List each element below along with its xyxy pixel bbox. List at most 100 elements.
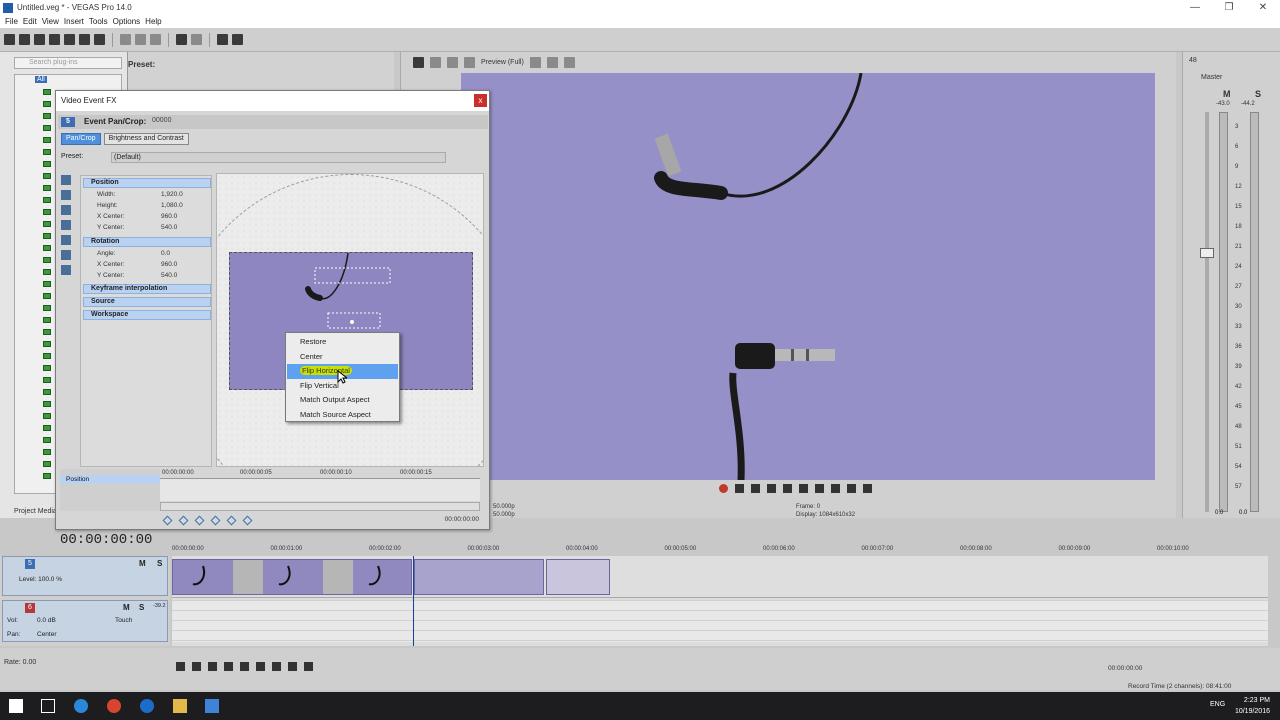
- file-explorer-icon[interactable]: [173, 699, 187, 713]
- close-window-button[interactable]: ✕: [1246, 0, 1280, 15]
- audio-mute-button[interactable]: M: [123, 603, 130, 612]
- prop-rot-y-center-value[interactable]: 540.0: [161, 272, 177, 279]
- prop-angle-value[interactable]: 0.0: [161, 250, 170, 257]
- save-icon[interactable]: [34, 34, 45, 45]
- record-icon[interactable]: [719, 484, 728, 493]
- menu-options[interactable]: Options: [113, 17, 141, 26]
- zoom-tool-icon[interactable]: [61, 205, 71, 215]
- fx-plugin-icon[interactable]: [43, 305, 51, 311]
- play-from-start-icon[interactable]: [192, 662, 201, 671]
- video-solo-button[interactable]: S: [157, 559, 162, 568]
- video-mute-button[interactable]: M: [139, 559, 146, 568]
- sync-cursor-icon[interactable]: [242, 515, 253, 526]
- timeline-cursor[interactable]: [413, 556, 414, 646]
- copy-snapshot-icon[interactable]: [546, 56, 558, 68]
- help-icon[interactable]: [232, 34, 243, 45]
- master-fader-handle[interactable]: [1200, 248, 1214, 258]
- tab-project-media[interactable]: Project Media: [0, 508, 57, 515]
- edge-browser-icon[interactable]: [74, 699, 88, 713]
- stop-icon[interactable]: [240, 662, 249, 671]
- fx-plugin-icon[interactable]: [43, 245, 51, 251]
- fx-plugin-icon[interactable]: [43, 233, 51, 239]
- undo-icon[interactable]: [176, 34, 187, 45]
- menu-view[interactable]: View: [42, 17, 59, 26]
- fx-plugin-icon[interactable]: [43, 425, 51, 431]
- audio-vol-value[interactable]: 0.0 dB: [37, 617, 56, 624]
- fx-plugin-icon[interactable]: [43, 317, 51, 323]
- menu-file[interactable]: File: [5, 17, 18, 26]
- fx-plugin-icon[interactable]: [43, 293, 51, 299]
- section-position[interactable]: Position: [83, 178, 211, 188]
- kf-track-area[interactable]: [160, 479, 480, 501]
- event-fx-icon[interactable]: [217, 34, 228, 45]
- fx-plugin-icon[interactable]: [43, 197, 51, 203]
- audio-solo-button[interactable]: S: [139, 603, 144, 612]
- menu-edit[interactable]: Edit: [23, 17, 37, 26]
- fx-plugin-icon[interactable]: [43, 341, 51, 347]
- paste-icon[interactable]: [150, 34, 161, 45]
- prop-width-value[interactable]: 1,920.0: [161, 191, 183, 198]
- play-icon[interactable]: [208, 662, 217, 671]
- pointer-tool-icon[interactable]: [61, 190, 71, 200]
- menu-tools[interactable]: Tools: [89, 17, 108, 26]
- language-indicator[interactable]: ENG: [1210, 701, 1225, 708]
- move-tool-icon[interactable]: [61, 220, 71, 230]
- fx-plugin-icon[interactable]: [43, 281, 51, 287]
- prev-keyframe-icon[interactable]: [178, 515, 189, 526]
- prop-rot-x-center-value[interactable]: 960.0: [161, 261, 177, 268]
- master-mute-button[interactable]: M: [1223, 89, 1231, 99]
- plugin-search-input[interactable]: Search plug-ins: [14, 57, 122, 69]
- vegas-taskbar-icon[interactable]: [205, 699, 219, 713]
- loop-icon[interactable]: [735, 484, 744, 493]
- properties-icon[interactable]: [79, 34, 90, 45]
- task-view-icon[interactable]: [41, 699, 55, 713]
- fx-plugin-icon[interactable]: [43, 185, 51, 191]
- audio-track-lane[interactable]: [172, 600, 1268, 642]
- automation-touch-label[interactable]: Touch: [115, 617, 132, 624]
- pan-crop-canvas[interactable]: [216, 173, 484, 467]
- timeline-tracks[interactable]: [172, 556, 1268, 646]
- maximize-button[interactable]: ❐: [1212, 0, 1246, 15]
- size-about-center-icon[interactable]: [61, 250, 71, 260]
- pause-icon[interactable]: [224, 662, 233, 671]
- preview-fx-icon[interactable]: [430, 56, 441, 68]
- fx-plugin-icon[interactable]: [43, 461, 51, 467]
- next-frame-icon[interactable]: [304, 662, 313, 671]
- gear-icon[interactable]: [61, 175, 71, 185]
- internet-explorer-icon[interactable]: [140, 699, 154, 713]
- cursor-time[interactable]: 00:00:00:00: [1108, 665, 1142, 672]
- go-to-end-icon[interactable]: [272, 662, 281, 671]
- prop-x-center-value[interactable]: 960.0: [161, 213, 177, 220]
- external-monitor-icon[interactable]: [464, 56, 475, 68]
- prop-height-value[interactable]: 1,080.0: [161, 202, 183, 209]
- vfx-preset-dropdown[interactable]: (Default): [111, 152, 446, 163]
- fx-plugin-icon[interactable]: [43, 113, 51, 119]
- vfx-close-button[interactable]: x: [474, 94, 487, 107]
- master-fader-track[interactable]: [1205, 112, 1209, 512]
- audio-track-header[interactable]: 6 Vol: 0.0 dB Pan: Center Touch -39.2 M …: [2, 600, 168, 642]
- menu-item-match-source-aspect[interactable]: Match Source Aspect: [287, 408, 398, 423]
- cut-icon[interactable]: [120, 34, 131, 45]
- fx-plugin-icon[interactable]: [43, 329, 51, 335]
- new-project-icon[interactable]: [4, 34, 15, 45]
- render-icon[interactable]: [64, 34, 75, 45]
- fx-plugin-icon[interactable]: [43, 413, 51, 419]
- fx-plugin-icon[interactable]: [43, 149, 51, 155]
- fx-chain-brightness-contrast[interactable]: Brightness and Contrast: [103, 133, 189, 145]
- tree-item-all[interactable]: All: [35, 76, 47, 83]
- last-keyframe-icon[interactable]: [226, 515, 237, 526]
- fx-plugin-icon[interactable]: [43, 101, 51, 107]
- overlays-grid-icon[interactable]: [529, 56, 541, 68]
- section-rotation[interactable]: Rotation: [83, 237, 211, 247]
- video-clip[interactable]: [414, 559, 544, 595]
- fx-plugin-icon[interactable]: [43, 221, 51, 227]
- video-clip[interactable]: [546, 559, 610, 595]
- prev-frame-icon[interactable]: [847, 484, 856, 493]
- fx-plugin-icon[interactable]: [43, 365, 51, 371]
- fx-plugin-icon[interactable]: [43, 137, 51, 143]
- next-keyframe-icon[interactable]: [210, 515, 221, 526]
- loop-icon[interactable]: [176, 662, 185, 671]
- fx-plugin-icon[interactable]: [43, 125, 51, 131]
- audio-pan-value[interactable]: Center: [37, 631, 57, 638]
- video-track-lane[interactable]: [172, 556, 1268, 598]
